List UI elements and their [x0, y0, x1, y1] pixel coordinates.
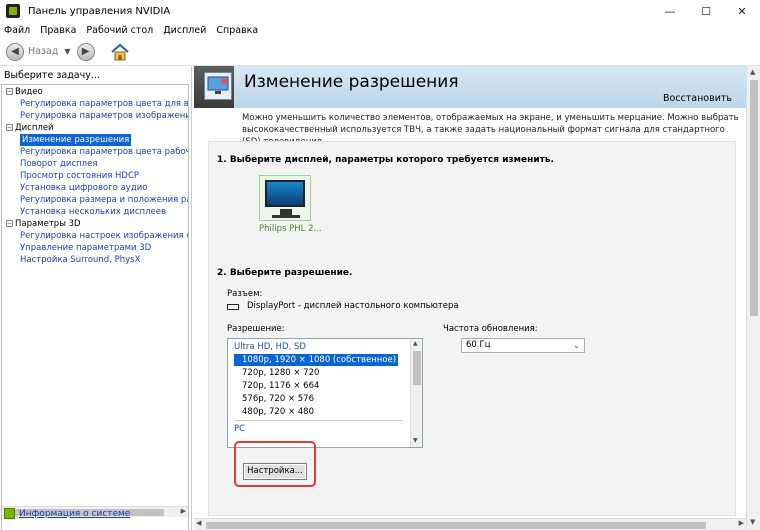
tree-item-surround-physx[interactable]: Настройка Surround, PhysX [20, 254, 140, 266]
task-prompt: Выберите задачу... [4, 70, 100, 81]
tree-item-video-image[interactable]: Регулировка параметров изображения д [20, 110, 188, 122]
back-button[interactable]: ◀ [6, 42, 24, 61]
list-item-576p[interactable]: 576p, 720 × 576 [242, 393, 314, 405]
task-pane: Выберите задачу... − Видео Регулировка па… [0, 66, 192, 530]
arrow-right-icon: ▶ [81, 46, 90, 57]
connector-label: Разъем: [227, 289, 263, 299]
resolution-page-icon [204, 72, 232, 100]
window-controls: — ☐ ✕ [652, 0, 760, 22]
tree-category-display[interactable]: − Дисплей [6, 122, 54, 134]
tree-item-video-color[interactable]: Регулировка параметров цвета для вид [20, 98, 188, 110]
step2-title: 2. Выберите разрешение. [217, 268, 353, 278]
title-bar: Панель управления NVIDIA — ☐ ✕ [0, 0, 760, 22]
back-label[interactable]: Назад [28, 46, 58, 57]
tree-item-desktop-size[interactable]: Регулировка размера и положения рабо [20, 194, 188, 206]
collapse-icon[interactable]: − [6, 88, 13, 95]
refresh-rate-select[interactable]: 60 Гц ⌄ [461, 338, 585, 353]
tree-item-rotate-display[interactable]: Поворот дисплея [20, 158, 97, 170]
list-group-uhd: Ultra HD, HD, SD [234, 342, 306, 352]
collapse-icon[interactable]: − [6, 220, 13, 227]
scrollbar-thumb[interactable] [750, 80, 758, 316]
arrow-left-icon: ◀ [11, 46, 19, 57]
maximize-button[interactable]: ☐ [688, 0, 724, 22]
resolution-label: Разрешение: [227, 324, 285, 334]
tree-category-video[interactable]: − Видео [6, 86, 43, 98]
list-item-480p[interactable]: 480p, 720 × 480 [242, 406, 314, 418]
forward-button[interactable]: ▶ [76, 42, 95, 61]
toolbar: ◀ Назад ▼ ▶ [0, 38, 760, 66]
list-group-pc: PC [234, 424, 246, 434]
list-item-720p-1280[interactable]: 720p, 1280 × 720 [242, 367, 319, 379]
scroll-right-icon[interactable]: ▶ [181, 507, 186, 515]
system-info-link[interactable]: Информация о системе [4, 508, 130, 519]
page-header: Изменение разрешения Восстановить [194, 66, 746, 108]
menu-bar: Файл Правка Рабочий стол Дисплей Справка [0, 22, 760, 38]
connector-value: DisplayPort - дисплей настольного компью… [247, 301, 459, 311]
list-item-720p-1176[interactable]: 720p, 1176 × 664 [242, 380, 319, 392]
content-pane: Изменение разрешения Восстановить Можно … [194, 66, 760, 530]
resolution-list-scrollbar[interactable]: ▲ ▼ [410, 339, 422, 447]
menu-help[interactable]: Справка [216, 25, 258, 36]
history-dropdown-icon[interactable]: ▼ [64, 47, 70, 56]
resolution-list[interactable]: Ultra HD, HD, SD 1080p, 1920 × 1080 (соб… [227, 338, 423, 448]
nvidia-app-icon [6, 4, 20, 18]
settings-panel: 1. Выберите дисплей, параметры которого … [208, 141, 736, 516]
content-vertical-scrollbar[interactable]: ▲ ▼ [746, 66, 760, 530]
menu-edit[interactable]: Правка [40, 25, 76, 36]
tree-item-image-settings[interactable]: Регулировка настроек изображения с пр [20, 230, 188, 242]
menu-file[interactable]: Файл [4, 25, 30, 36]
window-title: Панель управления NVIDIA [28, 5, 171, 17]
menu-desktop[interactable]: Рабочий стол [86, 25, 153, 36]
display-name-label[interactable]: Philips PHL 2... [259, 224, 322, 234]
close-button[interactable]: ✕ [724, 0, 760, 22]
tree-item-multiple-displays[interactable]: Установка нескольких дисплеев [20, 206, 166, 218]
content-horizontal-scrollbar[interactable]: ◀ ▶ [194, 518, 746, 530]
tree-item-change-resolution[interactable]: Изменение разрешения [20, 134, 132, 146]
scroll-down-icon[interactable]: ▼ [750, 518, 755, 526]
scroll-right-icon[interactable]: ▶ [739, 519, 744, 527]
restore-defaults-link[interactable]: Восстановить [663, 93, 732, 104]
collapse-icon[interactable]: − [6, 124, 13, 131]
scroll-down-icon[interactable]: ▼ [413, 437, 418, 444]
task-tree: − Видео Регулировка параметров цвета для … [1, 84, 189, 530]
displayport-icon [227, 304, 239, 310]
tree-item-manage-3d[interactable]: Управление параметрами 3D [20, 242, 151, 254]
menu-display[interactable]: Дисплей [163, 25, 206, 36]
scroll-up-icon[interactable]: ▲ [413, 340, 418, 347]
monitor-icon [265, 180, 305, 207]
tree-item-digital-audio[interactable]: Установка цифрового аудио [20, 182, 147, 194]
list-item-1080p[interactable]: 1080p, 1920 × 1080 (собственное) [234, 354, 398, 366]
tree-category-3d[interactable]: − Параметры 3D [6, 218, 81, 230]
scroll-left-icon[interactable]: ◀ [196, 519, 201, 527]
home-icon [110, 43, 129, 60]
refresh-rate-value: 60 Гц [466, 340, 491, 350]
scrollbar-thumb[interactable] [206, 522, 706, 529]
scrollbar-thumb[interactable] [413, 351, 421, 385]
chevron-down-icon: ⌄ [573, 341, 580, 350]
tree-item-hdcp-status[interactable]: Просмотр состояния HDCP [20, 170, 139, 182]
display-selector[interactable] [259, 175, 311, 221]
page-title: Изменение разрешения [244, 72, 459, 92]
customize-button[interactable]: Настройка... [243, 463, 307, 480]
system-info-icon [4, 508, 15, 519]
minimize-button[interactable]: — [652, 0, 688, 22]
home-button[interactable] [109, 41, 131, 63]
step1-title: 1. Выберите дисплей, параметры которого … [217, 155, 554, 165]
tree-item-desktop-color[interactable]: Регулировка параметров цвета рабочег [20, 146, 188, 158]
scroll-up-icon[interactable]: ▲ [750, 68, 755, 76]
refresh-rate-label: Частота обновления: [443, 324, 538, 334]
